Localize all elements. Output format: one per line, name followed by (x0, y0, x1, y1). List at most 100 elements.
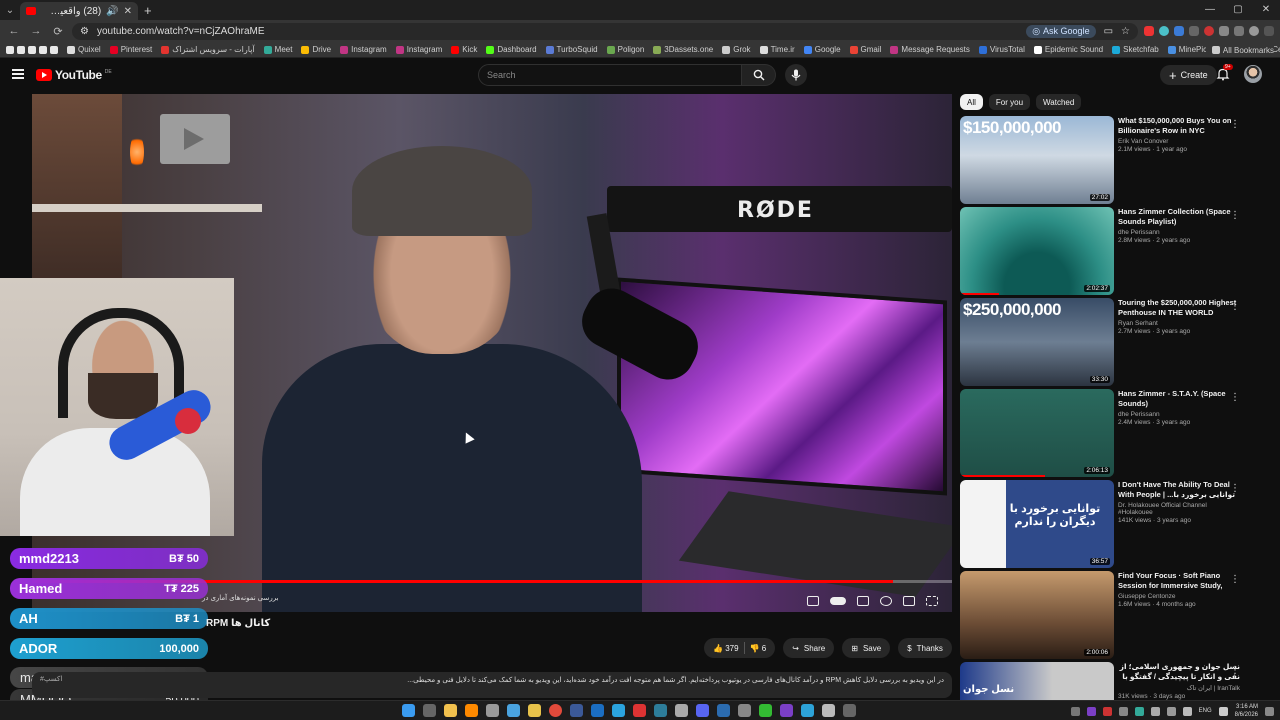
bookmark-item[interactable]: Gmail (849, 45, 881, 54)
channel-name[interactable]: IranTalk | ایران تاک (1118, 684, 1240, 692)
save-button[interactable]: ⊞ Save (842, 638, 891, 658)
recommendation-title[interactable]: What $150,000,000 Buys You on Billionair… (1118, 116, 1240, 136)
channel-name[interactable]: Dr. Holakouee Official Channel #Holakoue… (1118, 502, 1240, 516)
search-input[interactable]: Search (478, 64, 742, 86)
recommendation-item[interactable]: $250,000,000 33:30 Touring the $250,000,00… (960, 298, 1260, 386)
bookmark-item[interactable]: TurboSquid (545, 45, 598, 54)
ask-google-button[interactable]: ◎ Ask Google (1026, 24, 1096, 38)
close-window-icon[interactable]: ✕ (1252, 0, 1280, 20)
filter-chip[interactable]: For you (988, 94, 1031, 110)
audio-icon[interactable]: 🔊 (106, 6, 118, 17)
url-text[interactable]: youtube.com/watch?v=nCjZAOhraME (97, 26, 1018, 37)
channel-name[interactable]: dhe Perissann (1118, 411, 1240, 418)
app-icon[interactable] (654, 704, 667, 717)
extension-icon[interactable] (1174, 26, 1184, 36)
youtube-logo[interactable]: YouTube DE (36, 68, 112, 82)
recommendation-title[interactable]: Hans Zimmer - S.T.A.Y. (Space Sounds) (1118, 389, 1240, 409)
more-options-icon[interactable]: ⋮ (1230, 210, 1240, 221)
cast-icon[interactable]: ▭ (1104, 26, 1113, 37)
share-button[interactable]: ↪ Share (783, 638, 835, 658)
forward-icon[interactable]: → (28, 25, 44, 37)
video-thumbnail[interactable]: 2:02:37 (960, 207, 1114, 295)
bookmark-item[interactable]: Kick (451, 45, 477, 54)
subtitles-icon[interactable] (857, 596, 869, 606)
bookmark-item[interactable]: Epidemic Sound (1033, 45, 1103, 54)
settings-app-icon[interactable] (486, 704, 499, 717)
bookmark-item[interactable]: Pinterest (109, 45, 152, 54)
chapter-title[interactable]: بررسی نمونه‌های آماری در (202, 594, 279, 602)
discord-icon[interactable] (696, 704, 709, 717)
more-options-icon[interactable]: ⋮ (1230, 301, 1240, 312)
tray-icon[interactable] (1118, 706, 1128, 716)
site-info-icon[interactable]: ⚙ (80, 26, 89, 37)
app-icon[interactable] (738, 704, 751, 717)
video-thumbnail[interactable]: $150,000,000 27:02 (960, 116, 1114, 204)
volume-icon[interactable] (1182, 706, 1192, 716)
tray-icon[interactable] (1150, 706, 1160, 716)
telegram-icon[interactable] (612, 704, 625, 717)
clock[interactable]: 3:16 AM 8/6/2026 (1235, 703, 1258, 719)
theater-mode-icon[interactable] (903, 596, 915, 606)
more-options-icon[interactable]: ⋮ (1230, 483, 1240, 494)
back-icon[interactable]: ← (6, 25, 22, 37)
guide-menu-icon[interactable] (12, 69, 24, 79)
description-hashtag[interactable]: #اکسپ (40, 675, 62, 683)
app-icon[interactable] (675, 704, 688, 717)
bookmark-item[interactable]: آپارات - سرویس اشتراک (161, 45, 255, 54)
browser-tab[interactable]: (28) واقعیت کاهش درآمد یو... 🔊 ✕ (20, 2, 138, 20)
steam-icon[interactable] (591, 704, 604, 717)
folder-icon[interactable] (50, 45, 58, 54)
reload-icon[interactable]: ⟳ (50, 25, 66, 38)
dislike-button[interactable]: 👎 6 (750, 644, 767, 653)
recommendation-item[interactable]: توانایی برخورد با دیگران را ندارم 36:57 I … (960, 480, 1260, 568)
filter-chip[interactable]: Watched (1036, 94, 1082, 110)
more-options-icon[interactable]: ⋮ (1230, 665, 1240, 676)
settings-gear-icon[interactable] (880, 596, 892, 606)
folder-icon[interactable] (28, 45, 36, 54)
chrome-icon[interactable] (549, 704, 562, 717)
tab-search-icon[interactable]: ⌄ (0, 0, 20, 20)
bookmark-item[interactable]: Message Requests (890, 45, 970, 54)
bookmark-item[interactable]: Instagram (395, 45, 442, 54)
tray-icon[interactable] (1070, 706, 1080, 716)
app-icon[interactable] (633, 704, 646, 717)
app-icon[interactable] (759, 704, 772, 717)
more-options-icon[interactable]: ⋮ (1230, 119, 1240, 130)
folder-icon[interactable] (39, 45, 47, 54)
menu-icon[interactable] (1264, 26, 1274, 36)
video-description[interactable]: در این ویدیو به بررسی دلایل کاهش RPM و د… (32, 672, 952, 698)
recommendation-title[interactable]: نسل جوان و جمهوری اسلامی؛ از نفی و انکار… (1118, 662, 1240, 682)
wifi-icon[interactable] (1218, 706, 1228, 716)
video-thumbnail[interactable]: 2:06:13 (960, 389, 1114, 477)
recommendation-item[interactable]: 2:06:13 Hans Zimmer - S.T.A.Y. (Space Sou… (960, 389, 1260, 477)
tray-icon[interactable] (1166, 706, 1176, 716)
all-bookmarks-button[interactable]: All Bookmarks (1205, 42, 1274, 57)
extension-icon[interactable] (1159, 26, 1169, 36)
windows-start-icon[interactable] (402, 704, 415, 717)
input-language[interactable]: ENG (1199, 708, 1212, 714)
video-thumbnail[interactable]: 2:00:06 (960, 571, 1114, 659)
app-icon[interactable] (801, 704, 814, 717)
close-tab-icon[interactable]: ✕ (124, 6, 132, 17)
folder-icon[interactable] (6, 45, 14, 54)
app-icon[interactable] (570, 704, 583, 717)
file-explorer-icon[interactable] (444, 704, 457, 717)
more-options-icon[interactable]: ⋮ (1230, 392, 1240, 403)
fullscreen-icon[interactable] (926, 596, 938, 606)
autoplay-toggle[interactable] (830, 597, 846, 605)
recommendation-item[interactable]: $150,000,000 27:02 What $150,000,000 Buys … (960, 116, 1260, 204)
recommendation-item[interactable]: 2:02:37 Hans Zimmer Collection (Space Sou… (960, 207, 1260, 295)
bookmark-item[interactable]: Dashboard (486, 45, 537, 54)
profile-icon[interactable] (1249, 26, 1259, 36)
bookmark-item[interactable]: Google (803, 45, 841, 54)
miniplayer-icon[interactable] (807, 596, 819, 606)
folder-icon[interactable] (17, 45, 25, 54)
bookmark-item[interactable]: Drive (301, 45, 331, 54)
bookmark-item[interactable]: Sketchfab (1112, 45, 1159, 54)
bookmark-item[interactable]: Quixel (67, 45, 101, 54)
channel-name[interactable]: dhe Perissann (1118, 229, 1240, 236)
extension-icon[interactable] (1144, 26, 1154, 36)
channel-name[interactable]: Erik Van Conover (1118, 138, 1240, 145)
app-icon[interactable] (822, 704, 835, 717)
puzzle-icon[interactable] (1234, 26, 1244, 36)
